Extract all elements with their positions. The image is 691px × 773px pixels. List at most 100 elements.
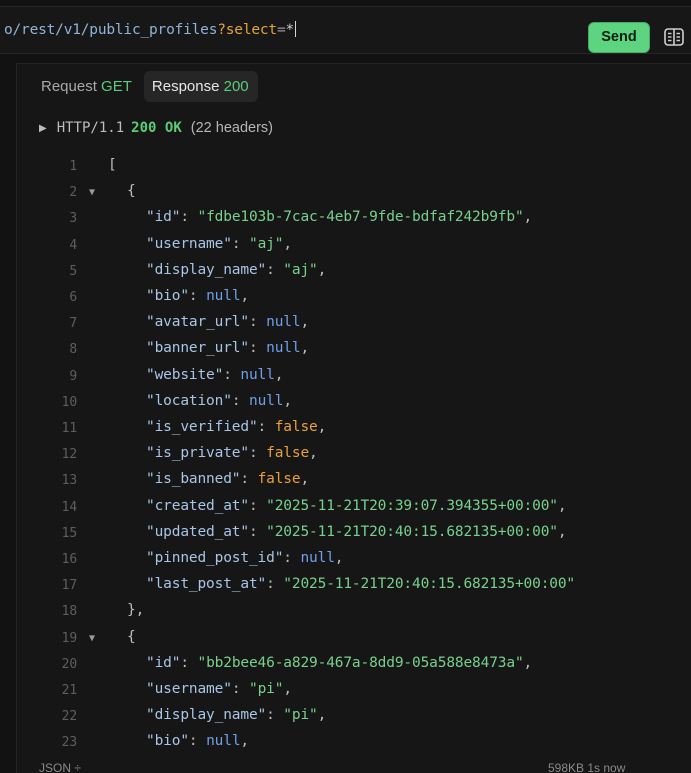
code-line: 5 "display_name": "aj", <box>17 262 691 282</box>
json-punctuation: , <box>283 392 292 409</box>
json-key: "id" <box>146 654 181 671</box>
sidebar-layout-icon[interactable] <box>662 25 686 49</box>
line-number: 3 <box>69 211 77 227</box>
tab-request-method: GET <box>101 78 132 95</box>
json-punctuation: : <box>257 419 275 435</box>
line-number: 15 <box>61 525 78 541</box>
code-line: 14 "created_at": "2025-11-21T20:39:07.394… <box>17 498 691 518</box>
response-status-line[interactable]: ▶ HTTP/1.1 200 OK (22 headers) <box>39 120 273 136</box>
json-punctuation: : <box>266 707 284 724</box>
text-caret <box>295 21 297 37</box>
code-line: 23 "bio": null, <box>17 733 691 753</box>
line-number: 12 <box>61 447 78 463</box>
url-query-value: * <box>285 22 295 38</box>
tab-request[interactable]: Request GET <box>33 71 141 102</box>
json-key: "last_post_at" <box>146 576 267 593</box>
json-punctuation: : <box>248 523 267 540</box>
code-text: "avatar_url": null, <box>146 314 309 330</box>
line-number: 1 <box>69 159 77 174</box>
fold-toggle-icon[interactable]: ▼ <box>89 633 95 644</box>
json-key: "banner_url" <box>146 340 249 357</box>
json-string: "fdbe103b-7cac-4eb7-9fde-bdfaf242b9fb" <box>197 209 524 226</box>
url-query-mark: ? <box>217 22 226 38</box>
json-null: null <box>266 340 301 357</box>
json-punctuation: , <box>283 681 292 697</box>
json-punctuation: : <box>188 288 207 304</box>
url-input[interactable]: o/rest/v1/public_profiles?select=* <box>4 21 297 38</box>
json-punctuation: : <box>248 497 267 514</box>
line-number: 2 <box>69 185 77 201</box>
tab-response[interactable]: Response 200 <box>143 71 258 102</box>
code-line: 10 "location": null, <box>17 393 691 413</box>
json-key: "bio" <box>146 288 189 304</box>
tab-response-label: Response <box>151 78 220 95</box>
code-text: "location": null, <box>146 393 292 409</box>
json-null: null <box>206 288 241 304</box>
request-response-tabs: Request GET Response 200 <box>33 71 261 102</box>
code-line: 16 "pinned_post_id": null, <box>17 550 691 570</box>
json-punctuation: : <box>231 235 249 252</box>
json-punctuation: : <box>180 209 198 226</box>
code-text: "banner_url": null, <box>146 340 309 356</box>
json-null: null <box>240 366 275 383</box>
response-footer: JSON ÷ 598KB 1s now <box>17 754 691 773</box>
code-text: "display_name": "aj", <box>146 262 326 278</box>
line-number: 6 <box>69 290 77 305</box>
tab-request-label: Request <box>41 78 97 95</box>
code-text: "bio": null, <box>146 288 249 304</box>
json-punctuation: , <box>317 707 327 724</box>
code-text: }, <box>127 602 144 618</box>
json-string: "aj" <box>248 235 284 252</box>
json-punctuation: , <box>557 523 567 540</box>
http-protocol: HTTP/1.1 <box>56 120 125 136</box>
json-punctuation: , <box>523 209 533 226</box>
json-string: "bb2bee46-a829-467a-8dd9-05a588e8473a" <box>197 654 524 671</box>
code-text: "bio": null, <box>146 733 249 749</box>
code-text: "last_post_at": "2025-11-21T20:40:15.682… <box>146 576 575 592</box>
json-punctuation: : <box>248 314 267 331</box>
json-punctuation: : <box>266 261 284 278</box>
json-punctuation: : <box>223 366 241 383</box>
json-punctuation: : <box>248 340 267 357</box>
code-text: "is_verified": false, <box>146 419 326 435</box>
code-line: 3 "id": "fdbe103b-7cac-4eb7-9fde-bdfaf242… <box>17 209 691 229</box>
code-line: 2 ▼ { <box>17 183 691 203</box>
json-punctuation: , <box>317 261 327 278</box>
code-line: 17 "last_post_at": "2025-11-21T20:40:15.6… <box>17 576 691 596</box>
json-string: "2025-11-21T20:40:15.682135+00:00" <box>283 576 576 593</box>
json-string: "2025-11-21T20:40:15.682135+00:00" <box>266 523 558 540</box>
code-text: "website": null, <box>146 367 283 383</box>
response-body-viewer[interactable]: 1[2 ▼{3 "id": "fdbe103b-7cac-4eb7-9fde-bdf… <box>17 157 691 754</box>
json-null: null <box>248 392 284 409</box>
json-key: "website" <box>146 366 224 383</box>
response-meta: 598KB 1s now <box>548 761 626 773</box>
line-number: 16 <box>61 552 78 567</box>
code-text: "created_at": "2025-11-21T20:39:07.39435… <box>146 497 567 514</box>
json-key: "created_at" <box>146 497 249 514</box>
expand-triangle-icon[interactable]: ▶ <box>39 123 47 134</box>
json-null: null <box>206 733 241 750</box>
json-punctuation: , <box>240 288 249 304</box>
http-status-code: 200 OK <box>131 120 182 136</box>
code-line: 22 "display_name": "pi", <box>17 707 691 727</box>
line-number: 19 <box>61 630 78 646</box>
json-punctuation: : <box>188 733 207 750</box>
fold-toggle-icon[interactable]: ▼ <box>89 187 95 198</box>
json-string: "pi" <box>248 681 284 697</box>
send-button[interactable]: Send <box>588 22 650 53</box>
code-line: 12 "is_private": false, <box>17 445 691 465</box>
json-key: "username" <box>146 235 232 252</box>
json-punctuation: [ <box>108 157 117 173</box>
json-key: "username" <box>146 681 232 697</box>
code-text: "display_name": "pi", <box>146 707 326 723</box>
line-number: 17 <box>61 578 78 594</box>
json-boolean: false <box>266 445 310 462</box>
code-line: 13 "is_banned": false, <box>17 471 691 491</box>
format-selector[interactable]: JSON ÷ <box>39 761 81 773</box>
json-punctuation: , <box>283 235 292 252</box>
json-null: null <box>300 550 335 566</box>
json-punctuation: , <box>274 366 284 383</box>
json-punctuation: }, <box>127 602 145 619</box>
code-text: "username": "aj", <box>146 236 292 252</box>
json-punctuation: , <box>317 419 327 435</box>
